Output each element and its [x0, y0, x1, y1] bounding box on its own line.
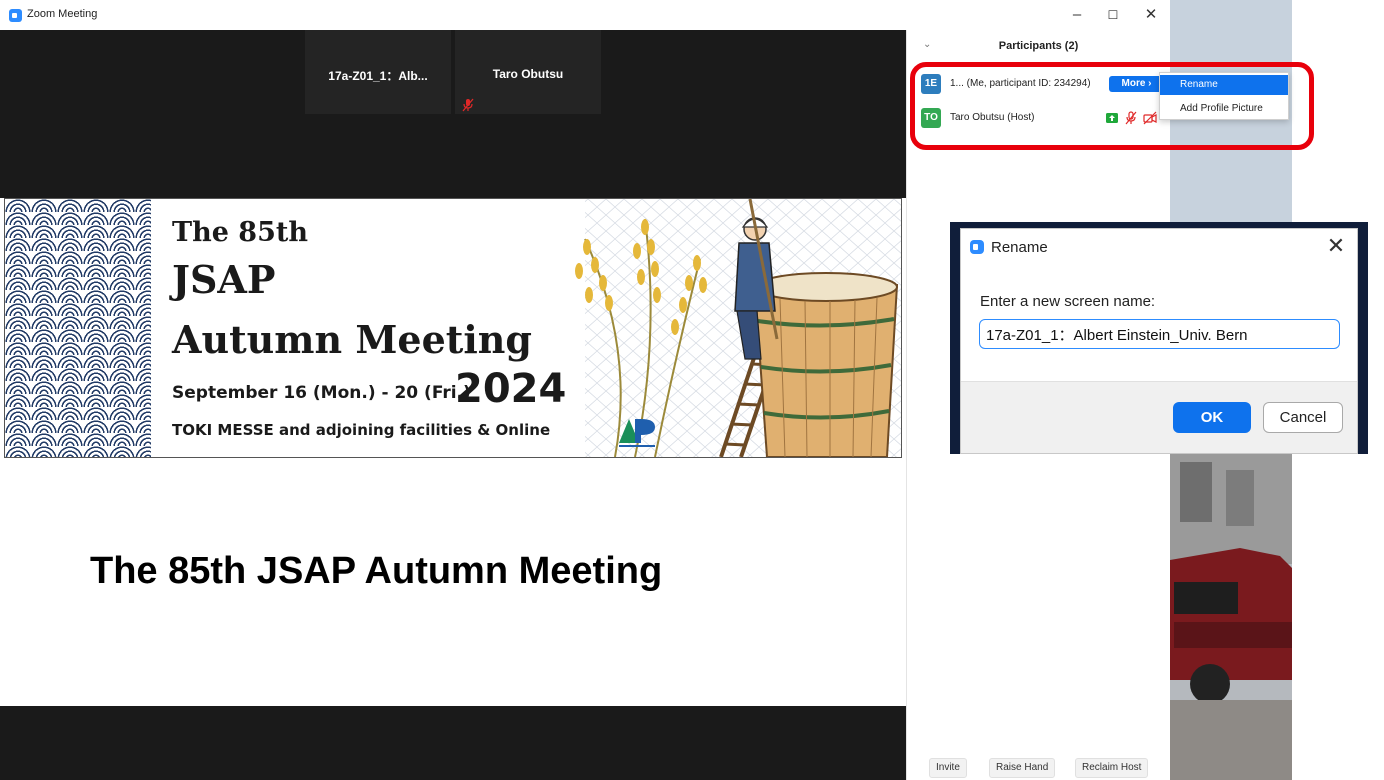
video-tile-host[interactable]: Taro Obutsu	[455, 30, 601, 114]
banner-line-2: JSAP	[172, 257, 276, 302]
title-bar: Zoom Meeting – ☐ ✕	[0, 0, 1168, 30]
shared-slide: The 85th JSAP Autumn Meeting September 1…	[0, 198, 906, 706]
close-icon[interactable]: ✕	[1323, 233, 1349, 259]
mic-muted-icon	[462, 98, 474, 112]
maximize-button[interactable]: ☐	[1102, 4, 1124, 26]
meeting-stage: 17a-Z01_1：Alb... Taro Obutsu The 85th JS…	[0, 30, 906, 780]
banner-dates: September 16 (Mon.) - 20 (Fri.)	[172, 383, 471, 403]
banner-line-3: Autumn Meeting	[172, 317, 532, 362]
screen-name-label: Enter a new screen name:	[980, 293, 1156, 310]
tile-name-self: 17a-Z01_1：Alb...	[328, 69, 428, 83]
close-window-button[interactable]: ✕	[1140, 4, 1162, 26]
highlight-box	[910, 62, 1314, 150]
rename-dialog: Rename ✕ Enter a new screen name: OK Can…	[960, 228, 1358, 454]
window-title: Zoom Meeting	[27, 8, 98, 20]
sake-barrel-illustration	[575, 199, 901, 457]
meeting-banner: The 85th JSAP Autumn Meeting September 1…	[4, 198, 902, 458]
wave-pattern	[5, 199, 151, 457]
minimize-button[interactable]: –	[1066, 4, 1088, 26]
screen-name-input[interactable]	[979, 319, 1340, 349]
invite-button[interactable]: Invite	[929, 758, 967, 778]
zoom-logo-icon	[9, 9, 22, 22]
tile-name-host: Taro Obutsu	[492, 67, 564, 81]
participants-header: Participants (2)	[998, 40, 1079, 52]
rename-dialog-backdrop: Rename ✕ Enter a new screen name: OK Can…	[950, 222, 1368, 454]
jsap-logo	[619, 419, 655, 447]
zoom-logo-icon	[970, 240, 984, 254]
banner-line-1: The 85th	[172, 217, 308, 248]
dialog-footer: OK Cancel	[961, 381, 1357, 453]
reclaim-host-button[interactable]: Reclaim Host	[1075, 758, 1149, 778]
raise-hand-button[interactable]: Raise Hand	[989, 758, 1056, 778]
banner-venue: TOKI MESSE and adjoining facilities & On…	[172, 421, 551, 439]
video-tile-self[interactable]: 17a-Z01_1：Alb...	[305, 30, 451, 114]
cancel-button[interactable]: Cancel	[1263, 402, 1343, 433]
dialog-title: Rename	[991, 239, 1048, 256]
slide-title: The 85th JSAP Autumn Meeting	[90, 550, 663, 592]
ok-button[interactable]: OK	[1173, 402, 1251, 433]
